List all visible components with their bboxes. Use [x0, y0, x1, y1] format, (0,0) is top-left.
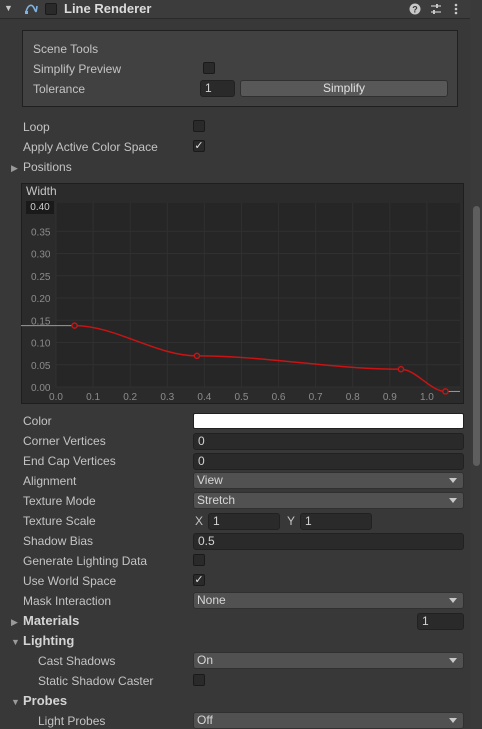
cast-shadows-label: Cast Shadows	[38, 654, 116, 668]
x-tick-label: 0.0	[49, 392, 63, 403]
corner-vertices-field[interactable]: 0	[193, 433, 464, 450]
static-shadow-caster-checkbox[interactable]	[193, 674, 205, 686]
use-world-space-checkbox[interactable]: ✓	[193, 574, 205, 586]
svg-text:?: ?	[412, 5, 418, 15]
curve-key-point	[71, 322, 78, 329]
y-tick-label: 0.20	[31, 294, 51, 305]
mask-interaction-value: None	[197, 593, 226, 607]
texture-scale-y-label: Y	[287, 514, 296, 528]
component-enabled-checkbox[interactable]	[45, 3, 57, 15]
alignment-label: Alignment	[23, 474, 77, 488]
end-cap-vertices-field[interactable]: 0	[193, 453, 464, 470]
static-shadow-caster-label: Static Shadow Caster	[38, 674, 154, 688]
y-tick-label: 0.30	[31, 250, 51, 261]
y-tick-label: 0.00	[31, 383, 51, 394]
x-tick-label: 0.6	[272, 392, 286, 403]
x-tick-label: 0.2	[123, 392, 137, 403]
x-tick-label: 0.5	[235, 392, 249, 403]
curve-key-point	[397, 365, 405, 373]
simplify-preview-label: Simplify Preview	[33, 62, 122, 76]
question-icon[interactable]: ?	[409, 3, 421, 15]
line-renderer-icon	[25, 4, 38, 14]
apply-color-space-label: Apply Active Color Space	[23, 140, 158, 154]
cast-shadows-value: On	[197, 653, 214, 667]
tolerance-label: Tolerance	[33, 82, 86, 96]
light-probes-label: Light Probes	[38, 714, 106, 728]
texture-scale-y-field[interactable]: 1	[300, 513, 372, 530]
width-curve-chart[interactable]: 0.0 0.1 0.2 0.3 0.4 0.5 0.6 0.7 0.8 0.9 1.0 0.35 0.3…	[21, 183, 464, 404]
chevron-down-icon	[449, 478, 457, 483]
color-swatch[interactable]	[193, 413, 464, 429]
loop-checkbox[interactable]	[193, 120, 205, 132]
chevron-down-icon	[449, 658, 457, 663]
mask-interaction-label: Mask Interaction	[23, 594, 112, 608]
generate-lighting-label: Generate Lighting Data	[23, 554, 148, 568]
x-tick-label: 0.9	[383, 392, 397, 403]
materials-label[interactable]: Materials	[23, 613, 79, 628]
shadow-bias-label: Shadow Bias	[23, 534, 94, 548]
positions-foldout-arrow-icon[interactable]: ▶	[11, 163, 18, 174]
x-tick-label: 1.0	[420, 392, 434, 403]
scene-tools-title: Scene Tools	[33, 42, 99, 56]
x-tick-label: 0.8	[346, 392, 360, 403]
probes-foldout-arrow-icon[interactable]: ▼	[11, 697, 20, 707]
alignment-dropdown[interactable]: View	[193, 472, 464, 489]
end-cap-vertices-label: End Cap Vertices	[23, 454, 116, 468]
cast-shadows-dropdown[interactable]: On	[193, 652, 464, 669]
x-tick-label: 0.7	[309, 392, 323, 403]
materials-count-field[interactable]: 1	[417, 613, 464, 630]
curve-key-point	[442, 388, 449, 395]
alignment-value: View	[197, 473, 223, 487]
y-tick-label: 0.10	[31, 339, 51, 350]
light-probes-dropdown[interactable]: Off	[193, 712, 464, 729]
chevron-down-icon	[449, 718, 457, 723]
texture-scale-x-label: X	[195, 514, 204, 528]
y-tick-label: 0.35	[31, 227, 51, 238]
x-tick-label: 0.3	[160, 392, 174, 403]
curve-key-point	[193, 352, 201, 360]
simplify-preview-checkbox[interactable]	[203, 62, 215, 74]
component-title: Line Renderer	[64, 1, 152, 16]
materials-foldout-arrow-icon[interactable]: ▶	[11, 617, 18, 628]
texture-scale-x-field[interactable]: 1	[208, 513, 280, 530]
y-tick-label: 0.25	[31, 272, 51, 283]
collapse-arrow-icon[interactable]: ▼	[4, 3, 13, 13]
y-tick-label: 0.05	[31, 361, 51, 372]
color-label: Color	[23, 414, 52, 428]
x-tick-label: 0.4	[197, 392, 211, 403]
simplify-button[interactable]: Simplify	[240, 80, 448, 97]
light-probes-value: Off	[197, 713, 213, 727]
texture-mode-label: Texture Mode	[23, 494, 96, 508]
positions-label[interactable]: Positions	[23, 160, 72, 174]
texture-scale-label: Texture Scale	[23, 514, 96, 528]
texture-mode-dropdown[interactable]: Stretch	[193, 492, 464, 509]
corner-vertices-label: Corner Vertices	[23, 434, 106, 448]
tolerance-field[interactable]: 1	[200, 80, 235, 97]
shadow-bias-field[interactable]: 0.5	[193, 533, 464, 550]
sliders-icon[interactable]	[429, 2, 443, 16]
texture-mode-value: Stretch	[197, 493, 236, 507]
probes-label[interactable]: Probes	[23, 693, 67, 708]
lighting-foldout-arrow-icon[interactable]: ▼	[11, 637, 20, 647]
chevron-down-icon	[449, 498, 457, 503]
generate-lighting-checkbox[interactable]	[193, 554, 205, 566]
scrollbar-thumb[interactable]	[473, 206, 480, 466]
chevron-down-icon	[449, 598, 457, 603]
x-tick-label: 0.1	[86, 392, 100, 403]
loop-label: Loop	[23, 120, 50, 134]
kebab-icon[interactable]	[451, 2, 461, 16]
apply-color-space-checkbox[interactable]: ✓	[193, 140, 205, 152]
mask-interaction-dropdown[interactable]: None	[193, 592, 464, 609]
use-world-space-label: Use World Space	[23, 574, 117, 588]
lighting-label[interactable]: Lighting	[23, 633, 74, 648]
